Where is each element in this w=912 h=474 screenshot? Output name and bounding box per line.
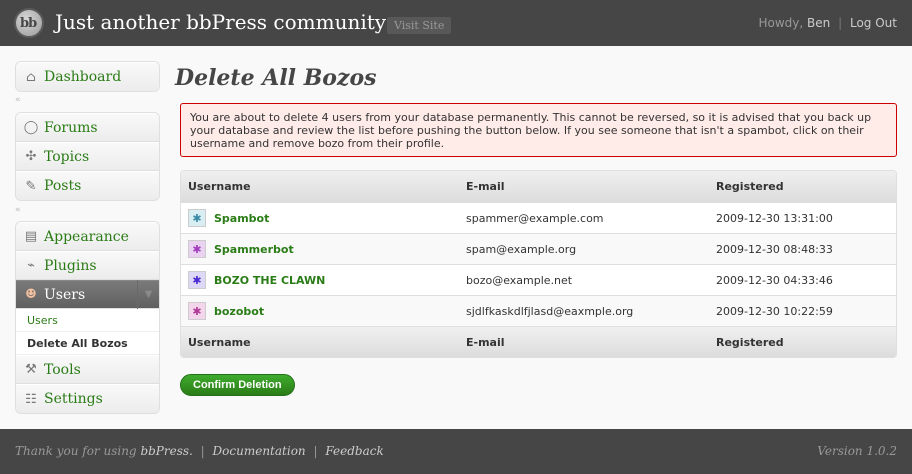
settings-icon: ☷ — [25, 391, 37, 407]
logout-link[interactable]: Log Out — [850, 16, 897, 30]
site-title[interactable]: Just another bbPress community — [55, 10, 386, 34]
users-icon: ☻ — [25, 287, 37, 302]
tools-icon: ⚒ — [25, 362, 37, 377]
avatar: ✱ — [188, 271, 206, 289]
menu-label-users: Users — [44, 286, 86, 303]
email-cell: spammer@example.com — [466, 211, 604, 225]
bbpress-logo[interactable]: bb — [14, 8, 44, 38]
visit-site-button[interactable]: Visit Site — [387, 17, 452, 34]
menu-label-dashboard: Dashboard — [44, 69, 122, 85]
column-header-registered[interactable]: Registered — [716, 180, 896, 193]
username-link[interactable]: Spambot — [214, 212, 269, 225]
table-row: ✱ Spammerbot spam@example.org 2009-12-30… — [181, 233, 896, 264]
username-link[interactable]: BOZO THE CLAWN — [214, 274, 325, 287]
menu-separator-collapse-icon[interactable]: « — [15, 95, 21, 105]
username-link[interactable]: Spammerbot — [214, 243, 294, 256]
feedback-link[interactable]: Feedback — [325, 444, 383, 458]
avatar: ✱ — [188, 209, 206, 227]
email-cell: spam@example.org — [466, 242, 577, 256]
layout-icon: ▤ — [24, 229, 38, 244]
documentation-link[interactable]: Documentation — [213, 444, 306, 458]
footer-column-username[interactable]: Username — [181, 336, 466, 349]
menu-group-admin: ▤ Appearance ⌁ Plugins ☻ Users ▼ Users D… — [15, 221, 160, 414]
menu-item-plugins[interactable]: ⌁ Plugins — [16, 251, 159, 280]
registered-cell: 2009-12-30 04:33:46 — [716, 273, 833, 287]
username-cell: ✱ BOZO THE CLAWN — [181, 271, 466, 289]
menu-item-dashboard[interactable]: ⌂ Dashboard — [16, 62, 159, 91]
menu-label-appearance: Appearance — [44, 228, 129, 245]
menu-item-forums[interactable]: ◯ Forums — [16, 113, 159, 142]
user-links: Howdy, Ben | Log Out — [759, 16, 898, 30]
username-link[interactable]: bozobot — [214, 305, 264, 318]
registered-cell: 2009-12-30 10:22:59 — [716, 304, 833, 318]
menu-separator-collapse-icon[interactable]: « — [15, 205, 21, 215]
menu-item-users[interactable]: ☻ Users ▼ — [16, 280, 159, 309]
table-row: ✱ Spambot spammer@example.com 2009-12-30… — [181, 202, 896, 233]
home-icon: ⌂ — [26, 69, 36, 85]
avatar: ✱ — [188, 240, 206, 258]
users-table: Username E-mail Registered ✱ Spambot spa… — [180, 170, 897, 358]
pin-icon: ✎ — [25, 178, 37, 194]
submenu-item-delete-all-bozos[interactable]: Delete All Bozos — [16, 332, 159, 355]
menu-item-posts[interactable]: ✎ Posts — [16, 171, 159, 200]
footer-thanks: Thank you for using — [15, 444, 137, 458]
username-cell: ✱ Spambot — [181, 209, 466, 227]
speech-bubble-icon: ◯ — [23, 120, 39, 135]
email-cell: bozo@example.net — [466, 273, 573, 287]
table-footer: Username E-mail Registered — [181, 326, 896, 357]
menu-group-content: ◯ Forums ✣ Topics ✎ Posts — [15, 112, 160, 201]
users-submenu: Users Delete All Bozos — [16, 309, 159, 355]
column-header-email[interactable]: E-mail — [466, 180, 716, 193]
link-separator: | — [200, 444, 205, 458]
version-text: Version 1.0.2 — [817, 444, 897, 458]
logo-text: bb — [20, 16, 37, 31]
registered-cell: 2009-12-30 08:48:33 — [716, 242, 833, 256]
tags-icon: ✣ — [25, 149, 37, 164]
menu-label-plugins: Plugins — [44, 257, 97, 274]
menu-label-topics: Topics — [44, 148, 90, 165]
table-row: ✱ bozobot sjdlfkaskdlfjlasd@eaxmple.org … — [181, 295, 896, 326]
column-header-username[interactable]: Username — [181, 180, 466, 193]
menu-item-appearance[interactable]: ▤ Appearance — [16, 222, 159, 251]
footer-column-email[interactable]: E-mail — [466, 336, 716, 349]
menu-label-settings: Settings — [44, 391, 103, 407]
plug-icon: ⌁ — [27, 258, 35, 273]
link-separator: | — [313, 444, 318, 458]
username-cell: ✱ bozobot — [181, 302, 466, 320]
warning-notice: You are about to delete 4 users from you… — [180, 103, 897, 157]
registered-cell: 2009-12-30 13:31:00 — [716, 211, 833, 225]
submenu-item-users[interactable]: Users — [16, 309, 159, 332]
footer-column-registered[interactable]: Registered — [716, 336, 896, 349]
table-row: ✱ BOZO THE CLAWN bozo@example.net 2009-1… — [181, 264, 896, 295]
menu-label-posts: Posts — [44, 178, 82, 194]
link-separator: | — [838, 16, 843, 30]
menu-group-dashboard: ⌂ Dashboard — [15, 61, 160, 92]
menu-item-settings[interactable]: ☷ Settings — [16, 384, 159, 413]
username-cell: ✱ Spammerbot — [181, 240, 466, 258]
chevron-down-icon[interactable]: ▼ — [137, 280, 159, 309]
menu-label-tools: Tools — [44, 361, 81, 378]
footer-links: Thank you for using bbPress. | Documenta… — [15, 444, 384, 458]
table-header: Username E-mail Registered — [181, 171, 896, 202]
admin-header: bb Just another bbPress community Visit … — [0, 0, 912, 46]
menu-item-tools[interactable]: ⚒ Tools — [16, 355, 159, 384]
confirm-deletion-button[interactable]: Confirm Deletion — [180, 374, 295, 396]
bbpress-link[interactable]: bbPress. — [140, 444, 192, 458]
admin-footer: Thank you for using bbPress. | Documenta… — [0, 429, 912, 474]
page-title: Delete All Bozos — [175, 65, 377, 91]
avatar: ✱ — [188, 302, 206, 320]
menu-item-topics[interactable]: ✣ Topics — [16, 142, 159, 171]
email-cell: sjdlfkaskdlfjlasd@eaxmple.org — [466, 304, 634, 318]
menu-label-forums: Forums — [44, 119, 98, 136]
user-profile-link[interactable]: Ben — [807, 16, 830, 30]
howdy-text: Howdy, — [758, 16, 804, 30]
